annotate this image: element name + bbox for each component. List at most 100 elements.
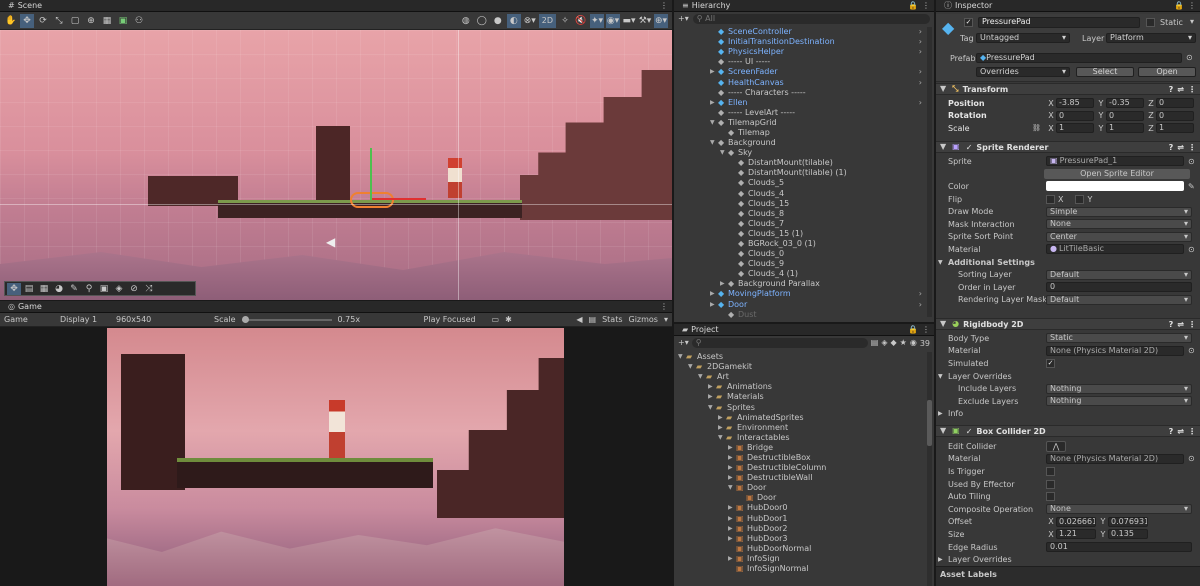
light-toggle-icon[interactable]: ✧: [558, 14, 572, 28]
inspector-kebab-icon[interactable]: ⋮: [1188, 1, 1196, 10]
hierarchy-row[interactable]: ▼ ◆ TilemapGrid: [674, 118, 926, 128]
bug-icon[interactable]: ✱: [505, 315, 512, 324]
hierarchy-row[interactable]: ◆ Clouds_7: [674, 219, 926, 229]
exclude-layers-dropdown[interactable]: Nothing ▾: [1046, 396, 1192, 407]
expand-arrow-icon[interactable]: ▼: [698, 372, 706, 382]
object-picker-icon[interactable]: ⊙: [1188, 346, 1195, 355]
hierarchy-row[interactable]: ◆ Clouds_4: [674, 189, 926, 199]
layer-dropdown[interactable]: Platform ▾: [1106, 33, 1196, 43]
project-lock-icon[interactable]: 🔒: [908, 325, 918, 334]
hierarchy-row[interactable]: ◆ Clouds_5: [674, 178, 926, 188]
hierarchy-search-input[interactable]: ⚲ All: [692, 14, 930, 24]
additional-foldout-icon[interactable]: ▼: [938, 259, 948, 266]
hierarchy-row[interactable]: ◆ Clouds_9: [674, 259, 926, 269]
overlay-move-icon[interactable]: ✥: [7, 282, 21, 295]
local-icon[interactable]: ⚇: [132, 14, 146, 28]
game-mode-dropdown[interactable]: Game: [4, 315, 54, 324]
vector-field-x[interactable]: 0.026661: [1056, 516, 1096, 527]
hierarchy-row[interactable]: ▼ ◆ Background: [674, 138, 926, 148]
open-button[interactable]: Open: [1138, 67, 1196, 77]
visibility-icon[interactable]: ◉▾: [606, 13, 620, 28]
sprite-renderer-enabled-checkbox[interactable]: ✓: [966, 143, 973, 152]
overlay-brush-icon[interactable]: ✎: [67, 283, 81, 295]
box-collider-header[interactable]: ▼ ▣ ✓ Box Collider 2D ? ⇌ ⋮: [936, 425, 1200, 437]
open-prefab-chevron-icon[interactable]: ›: [919, 67, 922, 77]
gizmos-icon[interactable]: ⊕▾: [654, 13, 668, 28]
audio-toggle-icon[interactable]: 🔇: [574, 14, 588, 28]
expand-arrow-icon[interactable]: ▶: [720, 279, 728, 289]
overrides-dropdown[interactable]: Overrides ▾: [976, 67, 1070, 77]
expand-arrow-icon[interactable]: ▼: [708, 403, 716, 413]
panel-divider-v[interactable]: [672, 0, 674, 586]
move-tool-icon[interactable]: ✥: [20, 13, 34, 28]
hierarchy-row[interactable]: ◆ SceneController ›: [674, 27, 926, 37]
game-kebab-icon[interactable]: ⋮: [660, 302, 668, 311]
overlay-shuffle-icon[interactable]: ⤨: [142, 283, 156, 295]
hierarchy-row[interactable]: ◆ Clouds_15 (1): [674, 229, 926, 239]
shaded-icon[interactable]: ●: [491, 14, 505, 28]
project-scrollbar[interactable]: [927, 352, 932, 586]
hierarchy-row[interactable]: ◆ BGRock_03_0 (1): [674, 239, 926, 249]
rigidbody-header[interactable]: ▼ ◕ Rigidbody 2D ? ⇌ ⋮: [936, 318, 1200, 330]
hand-tool-icon[interactable]: ✋: [4, 14, 18, 28]
sprite-renderer-help-icon[interactable]: ?: [1169, 143, 1174, 152]
expand-arrow-icon[interactable]: ▼: [688, 362, 696, 372]
vector-field-y[interactable]: 1: [1106, 123, 1144, 134]
overlay-orbit-icon[interactable]: ◕: [52, 283, 66, 295]
panel-divider-h[interactable]: [674, 322, 934, 324]
gizmos-dropdown-icon[interactable]: ▾: [664, 315, 668, 324]
frame-debug-icon[interactable]: ▭: [492, 315, 500, 324]
pivot-icon[interactable]: ▣: [116, 14, 130, 28]
hierarchy-row[interactable]: ◆ Clouds_0: [674, 249, 926, 259]
static-checkbox[interactable]: [1146, 18, 1155, 27]
project-row[interactable]: ▶ ▣ HubDoor0: [674, 503, 926, 513]
hierarchy-row[interactable]: ◆ Dust: [674, 310, 926, 320]
rigidbody-help-icon[interactable]: ?: [1169, 320, 1174, 329]
hierarchy-row[interactable]: ◆ Clouds_4 (1): [674, 269, 926, 279]
inspector-lock-icon[interactable]: 🔒: [1174, 1, 1184, 10]
composite-operation-dropdown[interactable]: None ▾: [1046, 504, 1192, 515]
overlay-picker-icon[interactable]: ◈: [112, 283, 126, 295]
project-add-icon[interactable]: +▾: [678, 339, 689, 347]
color-swatch[interactable]: [1046, 181, 1184, 192]
project-row[interactable]: ▼ ▰ Sprites: [674, 402, 926, 412]
vector-field-y[interactable]: 0.135: [1108, 529, 1148, 540]
rect-tool-icon[interactable]: ▢: [68, 14, 82, 28]
expand-arrow-icon[interactable]: ▶: [728, 534, 736, 544]
expand-arrow-icon[interactable]: ▼: [718, 433, 726, 443]
vector-field-y[interactable]: 0: [1106, 110, 1144, 121]
visibility-count-icon[interactable]: ◉: [910, 339, 917, 347]
order-in-layer-field[interactable]: 0: [1046, 282, 1192, 293]
object-name-field[interactable]: PressurePad: [978, 17, 1140, 28]
expand-arrow-icon[interactable]: ▶: [710, 300, 718, 310]
bc-layer-overrides-foldout-icon[interactable]: ▶: [938, 556, 948, 563]
expand-arrow-icon[interactable]: ▼: [710, 138, 718, 148]
sprite-renderer-header[interactable]: ▼ ▣ ✓ Sprite Renderer ? ⇌ ⋮: [936, 141, 1200, 153]
rigidbody-preset-icon[interactable]: ⇌: [1177, 320, 1184, 329]
rigidbody-menu-icon[interactable]: ⋮: [1188, 320, 1196, 329]
object-picker-icon[interactable]: ⊙: [1188, 157, 1195, 166]
tab-inspector[interactable]: ⓘ Inspector: [939, 1, 997, 10]
overlay-no-icon[interactable]: ⊘: [127, 283, 141, 295]
hierarchy-kebab-icon[interactable]: ⋮: [922, 1, 930, 10]
project-row[interactable]: ▶ ▣ DestructibleWall: [674, 473, 926, 483]
body-type-dropdown[interactable]: Static ▾: [1046, 333, 1192, 344]
select-button[interactable]: Select: [1076, 67, 1134, 77]
open-sprite-editor-button[interactable]: Open Sprite Editor: [1044, 168, 1190, 179]
layer-overrides-foldout-icon[interactable]: ▼: [938, 373, 948, 380]
tab-hierarchy[interactable]: ≡ Hierarchy: [677, 1, 735, 10]
box-collider-help-icon[interactable]: ?: [1169, 427, 1174, 436]
info-foldout-icon[interactable]: ▶: [938, 410, 948, 417]
project-search-input[interactable]: ⚲: [691, 338, 868, 348]
sorting-layer-dropdown[interactable]: Default ▾: [1046, 269, 1192, 280]
tab-scene[interactable]: # Scene: [3, 1, 47, 10]
expand-arrow-icon[interactable]: ▶: [728, 503, 736, 513]
vector-field-y[interactable]: -0.35: [1106, 98, 1144, 109]
lighting-icon[interactable]: ◐: [506, 13, 521, 28]
transform-preset-icon[interactable]: ⇌: [1177, 85, 1184, 94]
shortcut-icon[interactable]: ▤: [589, 315, 597, 324]
hierarchy-row[interactable]: ▶ ◆ ScreenFader ›: [674, 67, 926, 77]
resolution-dropdown[interactable]: 960x540: [116, 315, 208, 324]
overlay-stamp-icon[interactable]: ▣: [97, 283, 111, 295]
effects-icon[interactable]: ✦▾: [590, 13, 604, 28]
